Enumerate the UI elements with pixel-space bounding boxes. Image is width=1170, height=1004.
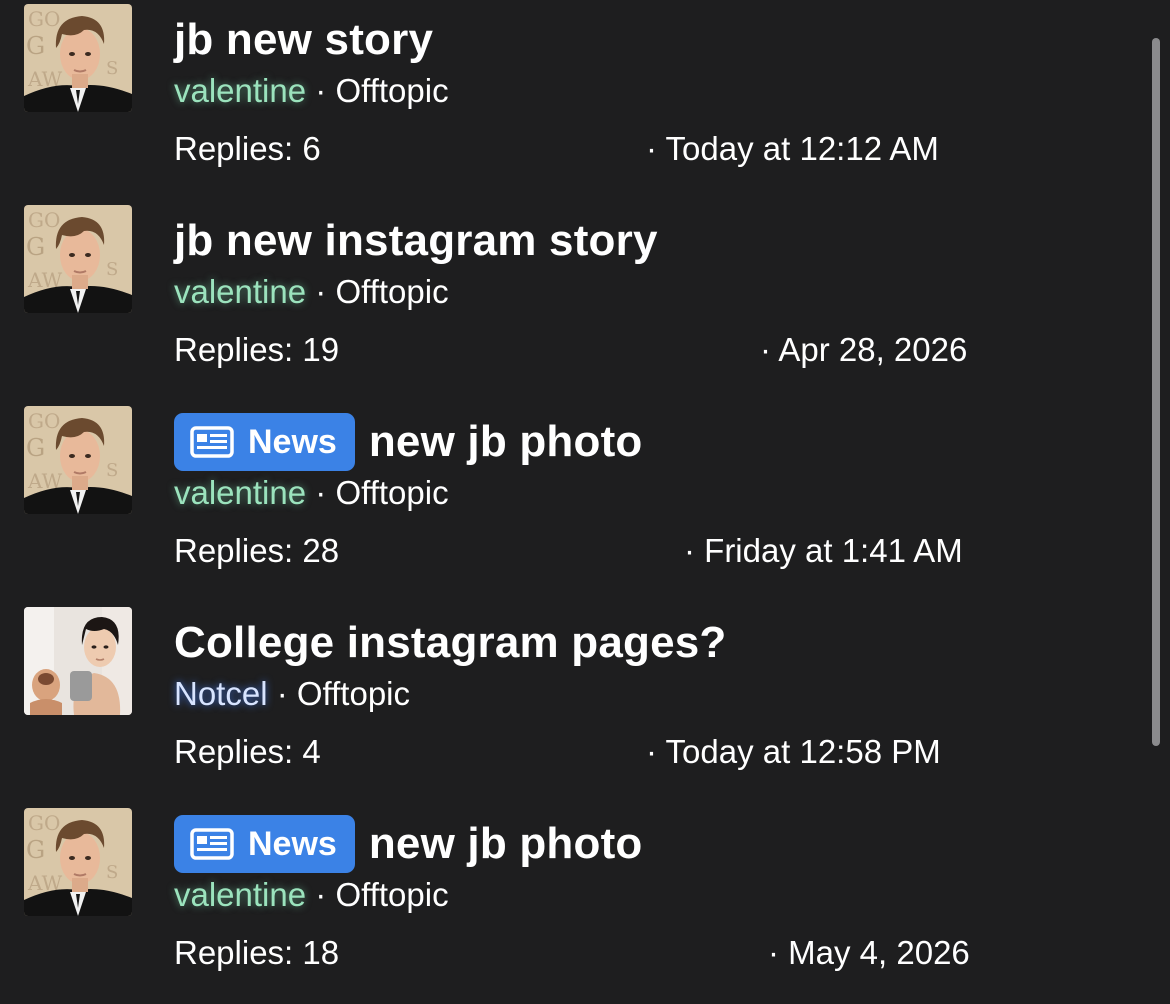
news-prefix-label: News <box>248 422 337 461</box>
replies-count: Replies: 28 <box>174 532 340 569</box>
thread-item[interactable]: GO G AW S News new jb photo valentine · … <box>0 804 1130 1004</box>
svg-text:S: S <box>106 460 118 481</box>
last-post-date[interactable]: · Apr 28, 2026 <box>760 331 967 369</box>
title-line: jb new story <box>174 10 433 70</box>
news-prefix-badge[interactable]: News <box>174 413 355 471</box>
forum-link[interactable]: Offtopic <box>335 72 448 109</box>
last-post-date[interactable]: · May 4, 2026 <box>768 934 970 972</box>
newspaper-icon <box>190 426 234 458</box>
svg-text:G: G <box>26 836 45 864</box>
separator: · <box>315 72 327 109</box>
avatar[interactable]: GO G AW S <box>24 406 132 514</box>
thread-item[interactable]: GO G AW S jb new story valentine · Offto… <box>0 0 1130 200</box>
thread-item[interactable]: GO G AW S News new jb photo valentine · … <box>0 402 1130 602</box>
author-link[interactable]: valentine <box>174 876 306 913</box>
separator: · <box>276 675 288 712</box>
forum-link[interactable]: Offtopic <box>335 273 448 310</box>
author-link[interactable]: valentine <box>174 273 306 310</box>
separator: · <box>315 273 327 310</box>
svg-text:G: G <box>26 233 45 261</box>
replies-count: Replies: 4 <box>174 733 321 770</box>
news-prefix-badge[interactable]: News <box>174 815 355 873</box>
svg-text:S: S <box>106 862 118 883</box>
thread-title[interactable]: jb new story <box>174 15 433 65</box>
forum-link[interactable]: Offtopic <box>335 474 448 511</box>
title-line: College instagram pages? <box>174 613 727 673</box>
avatar-formal-portrait-image: GO G AW S <box>24 406 132 514</box>
title-line: News new jb photo <box>174 814 643 874</box>
avatar[interactable] <box>24 607 132 715</box>
replies-count: Replies: 19 <box>174 331 340 368</box>
thread-title[interactable]: jb new instagram story <box>174 216 658 266</box>
forum-link[interactable]: Offtopic <box>297 675 410 712</box>
meta-line: valentine · Offtopic <box>174 273 449 311</box>
thread-list: GO G AW S jb new story valentine · Offto… <box>0 0 1170 1003</box>
news-prefix-label: News <box>248 824 337 863</box>
avatar-formal-portrait-image: GO G AW S <box>24 808 132 916</box>
meta-line: Notcel · Offtopic <box>174 675 410 713</box>
svg-text:GO: GO <box>28 409 60 433</box>
separator: · <box>315 474 327 511</box>
last-post-date[interactable]: · Friday at 1:41 AM <box>684 532 963 570</box>
title-line: News new jb photo <box>174 412 643 472</box>
meta-line: valentine · Offtopic <box>174 72 449 110</box>
thread-title[interactable]: new jb photo <box>369 819 643 869</box>
thread-title[interactable]: College instagram pages? <box>174 618 727 668</box>
meta-line: valentine · Offtopic <box>174 474 449 512</box>
avatar[interactable]: GO G AW S <box>24 4 132 112</box>
svg-text:GO: GO <box>28 7 60 31</box>
svg-text:S: S <box>106 58 118 79</box>
title-line: jb new instagram story <box>174 211 658 271</box>
avatar-formal-portrait-image: GO G AW S <box>24 205 132 313</box>
author-link[interactable]: Notcel <box>174 675 268 712</box>
author-link[interactable]: valentine <box>174 474 306 511</box>
separator: · <box>315 876 327 913</box>
avatar-formal-portrait-image: GO G AW S <box>24 4 132 112</box>
last-post-date[interactable]: · Today at 12:58 PM <box>646 733 941 771</box>
last-post-date[interactable]: · Today at 12:12 AM <box>646 130 939 168</box>
thread-title[interactable]: new jb photo <box>369 417 643 467</box>
forum-link[interactable]: Offtopic <box>335 876 448 913</box>
replies-count: Replies: 6 <box>174 130 321 167</box>
scrollbar[interactable] <box>1152 38 1160 746</box>
avatar-casual-portrait-image <box>24 607 132 715</box>
thread-item[interactable]: College instagram pages? Notcel · Offtop… <box>0 603 1130 803</box>
svg-text:G: G <box>26 434 45 462</box>
author-link[interactable]: valentine <box>174 72 306 109</box>
avatar[interactable]: GO G AW S <box>24 808 132 916</box>
thread-item[interactable]: GO G AW S jb new instagram story valenti… <box>0 201 1130 401</box>
replies-count: Replies: 18 <box>174 934 340 971</box>
meta-line: valentine · Offtopic <box>174 876 449 914</box>
avatar[interactable]: GO G AW S <box>24 205 132 313</box>
svg-text:G: G <box>26 32 45 60</box>
newspaper-icon <box>190 828 234 860</box>
svg-text:GO: GO <box>28 208 60 232</box>
svg-text:S: S <box>106 259 118 280</box>
svg-text:GO: GO <box>28 811 60 835</box>
